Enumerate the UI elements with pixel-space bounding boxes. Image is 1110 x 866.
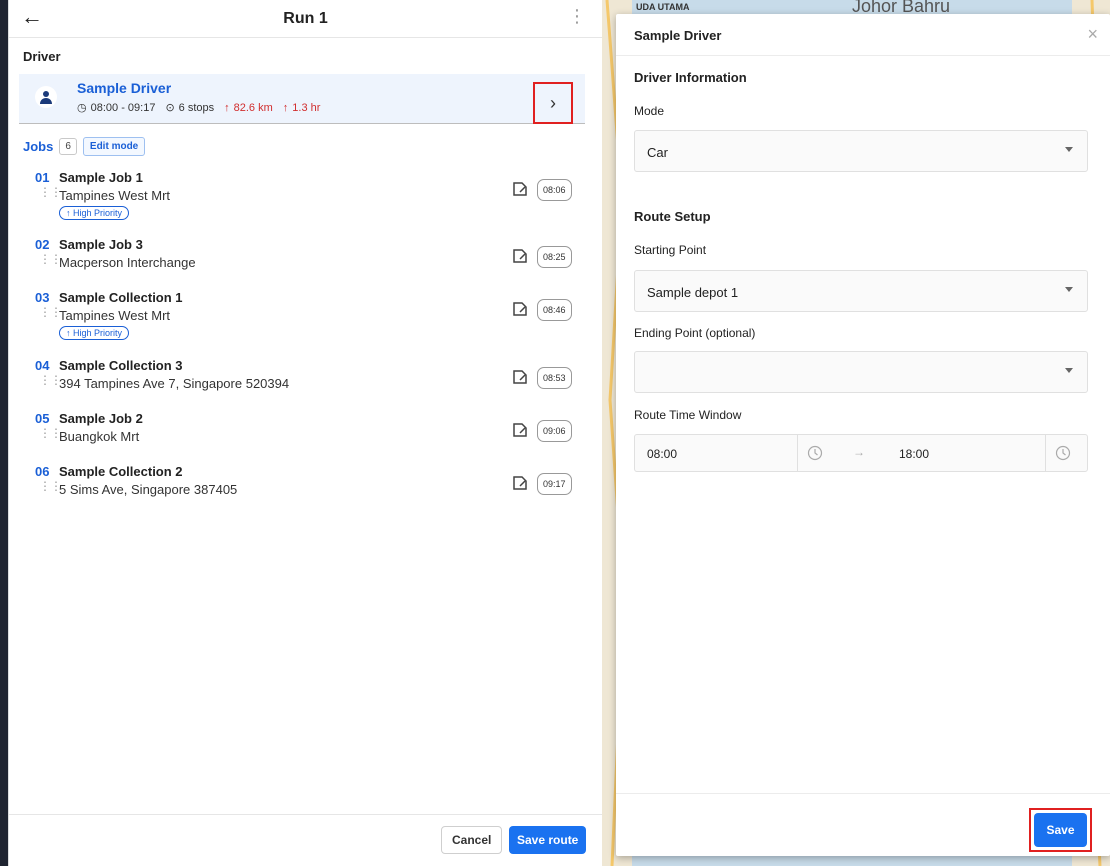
job-number: 02 (35, 237, 50, 252)
run-footer: Cancel Save route (9, 814, 602, 866)
edit-note-icon[interactable] (511, 421, 529, 439)
clock-icon[interactable] (1055, 445, 1071, 461)
cancel-button[interactable]: Cancel (441, 826, 503, 854)
run-panel: ← Run 1 ⋮ Driver Sample Driver ◷ 08:00 -… (8, 0, 602, 866)
driver-time-range: 08:00 - 09:17 (90, 101, 156, 114)
driver-duration: 1.3 hr (292, 101, 321, 114)
job-eta[interactable]: 08:25 (537, 246, 572, 268)
mode-value: Car (647, 145, 668, 160)
job-number: 06 (35, 464, 50, 479)
more-options-icon[interactable]: ⋮ (568, 7, 586, 25)
driver-info-heading: Driver Information (634, 70, 747, 85)
map-place-label: UDA UTAMA (636, 2, 690, 12)
job-address: Tampines West Mrt (59, 188, 171, 203)
driver-section-label: Driver (23, 49, 61, 64)
route-setup-heading: Route Setup (634, 209, 711, 224)
job-title: Sample Collection 2 (59, 464, 183, 479)
job-eta[interactable]: 08:06 (537, 179, 572, 201)
edit-note-icon[interactable] (511, 474, 529, 492)
job-address: Macperson Interchange (59, 255, 196, 270)
time-end-input[interactable]: 18:00 (899, 447, 929, 461)
job-number: 05 (35, 411, 50, 426)
starting-point-value: Sample depot 1 (647, 285, 739, 300)
mode-select[interactable]: Car (634, 130, 1088, 172)
job-eta[interactable]: 09:17 (537, 473, 572, 495)
job-title: Sample Job 1 (59, 170, 143, 185)
starting-point-select[interactable]: Sample depot 1 (634, 270, 1088, 312)
caret-down-icon (1065, 368, 1073, 373)
edit-note-icon[interactable] (511, 247, 529, 265)
arrow-up-icon: ↑ (224, 101, 230, 114)
time-window-range[interactable]: 08:00 → 18:00 (634, 434, 1088, 472)
chevron-right-icon: › (550, 92, 556, 113)
driver-avatar-icon (35, 86, 57, 108)
job-address: Buangkok Mrt (59, 429, 140, 444)
driver-name: Sample Driver (77, 80, 172, 96)
drag-handle-icon[interactable]: ⋮⋮ (39, 427, 62, 439)
job-item[interactable]: 05 ⋮⋮ Sample Job 2 Buangkok Mrt 09:06 (19, 411, 585, 451)
caret-down-icon (1065, 147, 1073, 152)
jobs-count-badge: 6 (59, 138, 77, 155)
close-icon[interactable]: × (1087, 24, 1098, 45)
edit-note-icon[interactable] (511, 180, 529, 198)
drag-handle-icon[interactable]: ⋮⋮ (39, 306, 62, 318)
job-eta[interactable]: 08:53 (537, 367, 572, 389)
drag-handle-icon[interactable]: ⋮⋮ (39, 186, 62, 198)
job-title: Sample Collection 1 (59, 290, 183, 305)
open-driver-settings-button[interactable]: › (533, 82, 573, 124)
job-item[interactable]: 03 ⋮⋮ Sample Collection 1 Tampines West … (19, 290, 585, 342)
jobs-header: Jobs 6 Edit mode (23, 137, 146, 156)
divider (797, 435, 798, 471)
edit-mode-button[interactable]: Edit mode (82, 137, 146, 156)
job-title: Sample Job 2 (59, 411, 143, 426)
caret-down-icon (1065, 287, 1073, 292)
edit-note-icon[interactable] (511, 368, 529, 386)
ending-point-select[interactable] (634, 351, 1088, 393)
run-header: ← Run 1 ⋮ (9, 0, 602, 38)
high-priority-badge: ↑ High Priority (59, 326, 130, 340)
save-route-button[interactable]: Save route (509, 826, 587, 854)
driver-meta: ◷ 08:00 - 09:17 ⊙ 6 stops ↑ 82.6 km ↑ 1.… (77, 101, 321, 115)
arrow-up-icon: ↑ (282, 101, 289, 114)
driver-distance: 82.6 km (233, 101, 273, 114)
modal-header: Sample Driver × (616, 14, 1110, 56)
job-number: 04 (35, 358, 50, 373)
job-item[interactable]: 02 ⋮⋮ Sample Job 3 Macperson Interchange… (19, 237, 585, 277)
divider (1045, 435, 1046, 471)
job-number: 03 (35, 290, 50, 305)
clock-icon[interactable] (807, 445, 823, 461)
arrow-right-icon: → (853, 445, 865, 459)
job-item[interactable]: 06 ⋮⋮ Sample Collection 2 5 Sims Ave, Si… (19, 464, 585, 504)
driver-row[interactable]: Sample Driver ◷ 08:00 - 09:17 ⊙ 6 stops … (19, 74, 585, 124)
clock-icon: ◷ (77, 102, 87, 114)
job-eta[interactable]: 08:46 (537, 299, 572, 321)
starting-point-label: Starting Point (634, 243, 707, 257)
job-address: 5 Sims Ave, Singapore 387405 (59, 482, 238, 497)
save-button[interactable]: Save (1034, 813, 1087, 847)
driver-settings-modal: Sample Driver × Driver Information Mode … (616, 14, 1110, 856)
drag-handle-icon[interactable]: ⋮⋮ (39, 480, 62, 492)
job-address: 394 Tampines Ave 7, Singapore 520394 (59, 376, 290, 391)
job-item[interactable]: 01 ⋮⋮ Sample Job 1 Tampines West Mrt ↑ H… (19, 170, 585, 222)
high-priority-badge: ↑ High Priority (59, 206, 130, 220)
ending-point-label: Ending Point (optional) (634, 326, 756, 340)
time-window-label: Route Time Window (634, 408, 742, 422)
mode-label: Mode (634, 104, 665, 118)
location-pin-icon: ⊙ (165, 102, 175, 114)
job-item[interactable]: 04 ⋮⋮ Sample Collection 3 394 Tampines A… (19, 358, 585, 398)
edit-note-icon[interactable] (511, 300, 529, 318)
page-title: Run 1 (283, 10, 328, 27)
job-eta[interactable]: 09:06 (537, 420, 572, 442)
job-address: Tampines West Mrt (59, 308, 171, 323)
job-title: Sample Collection 3 (59, 358, 183, 373)
modal-title: Sample Driver (634, 28, 722, 43)
time-start-input[interactable]: 08:00 (647, 447, 677, 461)
job-number: 01 (35, 170, 50, 185)
drag-handle-icon[interactable]: ⋮⋮ (39, 253, 62, 265)
driver-stops: 6 stops (178, 101, 215, 114)
drag-handle-icon[interactable]: ⋮⋮ (39, 374, 62, 386)
jobs-label: Jobs (23, 139, 54, 154)
modal-footer: Save (616, 793, 1110, 856)
job-title: Sample Job 3 (59, 237, 143, 252)
